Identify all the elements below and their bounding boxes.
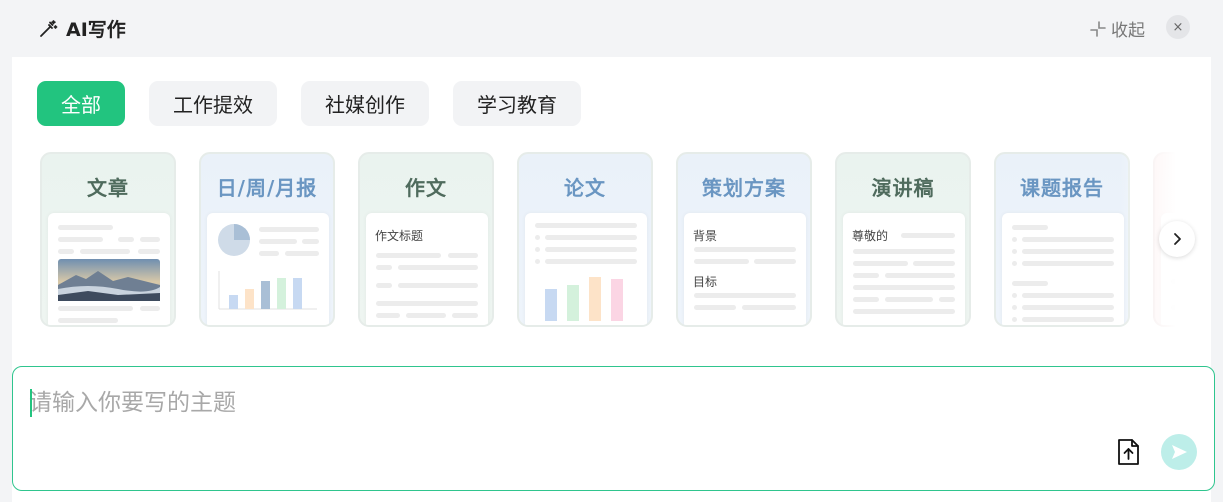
card-preview <box>1002 213 1124 325</box>
preview-label-background: 背景 <box>693 229 718 243</box>
text-caret <box>30 389 32 417</box>
card-preview: 作文标题 <box>366 213 488 325</box>
card-title: 演讲稿 <box>871 176 935 200</box>
collapse-label: 收起 <box>1111 21 1145 41</box>
template-cards: 文章 日/周/月报 作文 作文标题 论文 策划方案 背景 目标 演讲稿 尊敬的 … <box>40 152 1190 327</box>
preview-label-goal: 目标 <box>693 275 718 289</box>
preview-label: 尊敬的 <box>852 229 889 243</box>
card-preview <box>48 213 170 325</box>
file-upload-icon[interactable] <box>1113 437 1143 467</box>
panel-title: AI写作 <box>38 15 126 42</box>
shrink-icon <box>1090 20 1106 37</box>
category-tabs: 全部 工作提效 社媒创作 学习教育 <box>37 81 581 126</box>
card-article[interactable]: 文章 <box>40 152 176 327</box>
card-title: 课题报告 <box>1020 176 1104 200</box>
send-button[interactable] <box>1161 434 1197 470</box>
card-title: 论文 <box>564 176 606 200</box>
collapse-button[interactable]: 收起 <box>1090 16 1145 41</box>
send-icon <box>1172 445 1187 459</box>
panel-header: AI写作 收起 × <box>12 0 1211 57</box>
tab-work-efficiency[interactable]: 工作提效 <box>149 81 277 126</box>
card-preview <box>207 213 329 325</box>
card-research-report[interactable]: 课题报告 <box>994 152 1130 327</box>
card-title: 文章 <box>87 176 129 200</box>
bar-chart-graphic <box>218 271 317 310</box>
ai-writing-panel: AI写作 收起 × 全部 工作提效 社媒创作 学习教育 文章 日/周/月报 作文… <box>12 0 1215 502</box>
topic-input-box <box>12 366 1215 491</box>
close-icon: × <box>1172 19 1184 35</box>
card-title: 策划方案 <box>702 176 786 200</box>
chevron-right-icon <box>1174 233 1181 245</box>
card-title: 日/周/月报 <box>216 176 318 200</box>
bar-chart-graphic <box>545 277 623 321</box>
card-title: 作文 <box>405 176 447 200</box>
topic-input[interactable] <box>29 387 1089 419</box>
landscape-image <box>58 259 160 301</box>
card-preview: 背景 目标 <box>684 213 806 325</box>
card-preview <box>525 213 647 325</box>
tab-education[interactable]: 学习教育 <box>453 81 581 126</box>
card-thesis[interactable]: 论文 <box>517 152 653 327</box>
preview-label: 作文标题 <box>375 229 424 243</box>
magic-wand-icon <box>40 19 58 37</box>
card-preview: 尊敬的 <box>843 213 965 325</box>
close-button[interactable]: × <box>1166 15 1190 39</box>
panel-title-text: AI写作 <box>66 19 126 41</box>
tab-social-media[interactable]: 社媒创作 <box>301 81 429 126</box>
card-planning[interactable]: 策划方案 背景 目标 <box>676 152 812 327</box>
card-composition[interactable]: 作文 作文标题 <box>358 152 494 327</box>
card-report[interactable]: 日/周/月报 <box>199 152 335 327</box>
pie-chart-graphic <box>218 224 250 256</box>
card-speech[interactable]: 演讲稿 尊敬的 <box>835 152 971 327</box>
tab-all[interactable]: 全部 <box>37 81 125 126</box>
cards-next-button[interactable] <box>1159 221 1195 257</box>
